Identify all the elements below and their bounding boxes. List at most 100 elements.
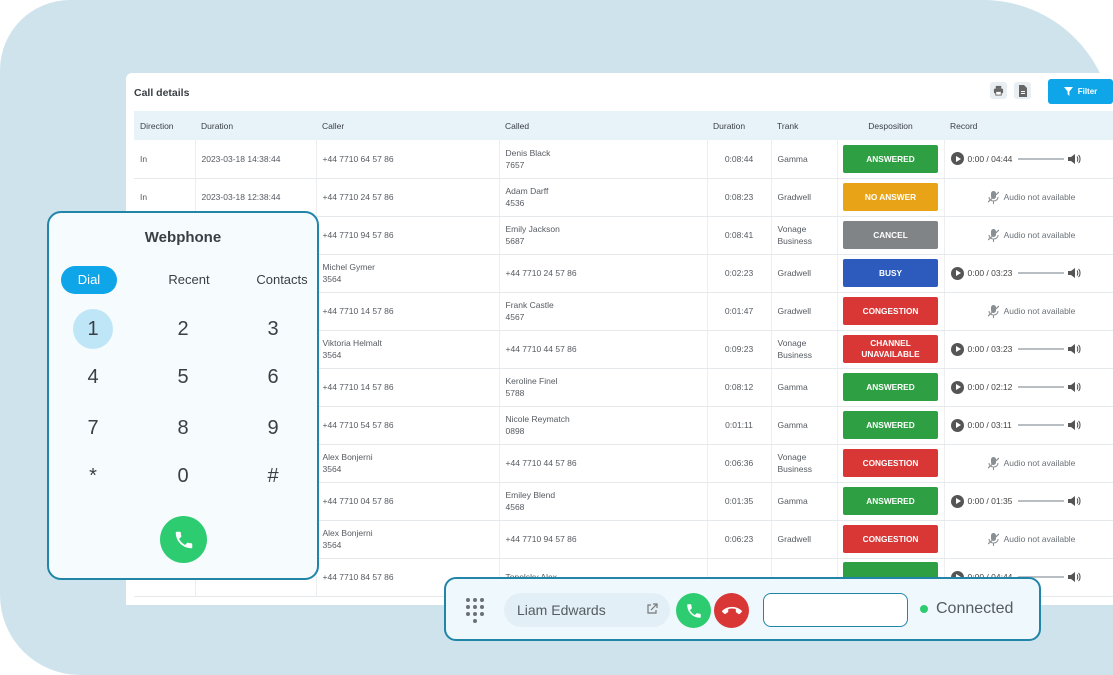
cell-duration: 0:01:47 [707,292,772,331]
mic-off-icon [987,304,999,318]
cell-duration: 0:09:23 [707,330,772,369]
cell-duration: 0:08:23 [707,178,772,217]
table-row[interactable]: In 2023-03-18 14:38:44 +44 7710 64 57 86 De… [134,140,1113,179]
trank-line1: Vonage [777,338,807,348]
col-called[interactable]: Called [499,111,707,140]
volume-icon[interactable] [1068,153,1081,165]
col-direction[interactable]: Direction [134,111,195,140]
disposition-badge: CONGESTION [843,449,938,477]
caller-line1: Alex Bonjerni [322,528,373,538]
cell-record: Audio not available [944,292,1113,331]
trank-line1: Gamma [777,420,808,430]
called-line1: Emiley Blend [505,490,556,500]
col-disposition[interactable]: Desposition [837,111,944,140]
play-icon[interactable] [950,152,964,166]
audio-time: 0:00 / 02:12 [967,382,1013,392]
volume-icon[interactable] [1068,495,1081,507]
caller-line2: 3564 [322,350,342,360]
caller-name: Liam Edwards [517,602,606,618]
dial-key[interactable]: # [253,456,293,496]
dial-key[interactable]: 0 [163,456,203,496]
filter-button[interactable]: Filter [1048,79,1113,104]
audio-na-text: Audio not available [1003,534,1076,544]
play-icon[interactable] [950,494,964,508]
col-record[interactable]: Record [944,111,1113,140]
dial-key[interactable]: 8 [163,408,203,448]
caller-line1: +44 7710 24 57 86 [322,192,394,202]
cell-disposition: ANSWERED [837,140,945,179]
audio-progress-track[interactable] [1018,272,1065,274]
caller-line1: +44 7710 14 57 86 [322,306,394,316]
audio-progress-track[interactable] [1018,157,1065,160]
cell-record: Audio not available [944,520,1113,559]
volume-icon[interactable] [1068,343,1081,355]
cell-caller: +44 7710 14 57 86 [316,292,500,331]
audio-player[interactable]: 0:00 / 02:12 [950,380,1113,394]
audio-player[interactable]: 0:00 / 03:23 [950,266,1113,280]
cell-record: 0:00 / 01:35 [944,482,1113,521]
trank-line1: Gamma [777,382,808,392]
volume-icon[interactable] [1068,381,1081,393]
tab-dial[interactable]: Dial [61,266,117,294]
audio-time: 0:00 / 01:35 [967,496,1013,506]
cell-caller: +44 7710 94 57 86 [316,216,500,255]
col-duration[interactable]: Duration [707,111,771,140]
cell-record: Audio not available [944,216,1113,255]
dial-key[interactable]: 6 [253,357,293,397]
audio-progress-track[interactable] [1017,424,1064,426]
audio-progress-track[interactable] [1018,348,1065,350]
play-icon[interactable] [950,380,964,394]
dial-key[interactable]: 3 [253,309,293,349]
called-line1: Denis Black [505,147,551,158]
audio-player[interactable]: 0:00 / 03:23 [950,342,1113,356]
hangup-button[interactable] [714,593,749,628]
dial-key[interactable]: 9 [253,408,293,448]
answer-button[interactable] [676,593,711,628]
caller-name-pill[interactable]: Liam Edwards [504,593,670,627]
audio-progress-track[interactable] [1018,500,1065,502]
play-icon[interactable] [950,266,964,280]
audio-time: 0:00 / 04:44 [967,153,1013,164]
col-date[interactable]: Duration [195,111,316,140]
cell-caller: Alex Bonjerni 3564 [316,520,500,559]
call-input-field[interactable] [763,593,908,627]
caller-line1: +44 7710 64 57 86 [322,153,394,164]
called-line2: 4568 [505,502,525,512]
cell-duration: 0:02:23 [707,254,772,293]
filter-label: Filter [1077,87,1098,96]
cell-trank: Vonage Business [771,444,838,483]
disposition-badge: BUSY [843,259,938,287]
col-caller[interactable]: Caller [316,111,499,140]
cell-disposition: CONGESTION [837,444,945,483]
status-dot [920,605,928,613]
print-button[interactable] [990,82,1007,99]
cell-record: Audio not available [944,178,1113,217]
volume-icon[interactable] [1068,267,1081,279]
audio-player[interactable]: 0:00 / 03:11 [950,418,1113,432]
dial-key[interactable]: 1 [73,309,113,349]
audio-player[interactable]: 0:00 / 01:35 [950,494,1113,508]
cell-called: Keroline Finel 5788 [499,368,708,407]
dial-call-button[interactable] [160,516,207,563]
tab-contacts[interactable]: Contacts [249,266,315,294]
export-button[interactable] [1014,82,1031,99]
dial-key[interactable]: 7 [73,408,113,448]
volume-icon[interactable] [1067,419,1081,431]
cell-called: Denis Black 7657 [499,140,708,179]
play-icon[interactable] [950,418,964,432]
dial-key[interactable]: * [73,456,113,496]
cell-called: Frank Castle 4567 [499,292,708,331]
called-line2: 4536 [505,198,525,208]
col-trank[interactable]: Trank [771,111,837,140]
audio-progress-track[interactable] [1018,386,1065,388]
audio-player[interactable]: 0:00 / 04:44 [950,152,1113,166]
volume-icon[interactable] [1068,571,1081,583]
dial-key[interactable]: 2 [163,309,203,349]
cell-trank: Vonage Business [771,330,838,369]
cell-trank: Gamma [771,368,838,407]
cell-trank: Vonage Business [771,216,838,255]
dial-key[interactable]: 5 [163,357,203,397]
dial-key[interactable]: 4 [73,357,113,397]
play-icon[interactable] [950,342,964,356]
tab-recent[interactable]: Recent [161,266,217,294]
